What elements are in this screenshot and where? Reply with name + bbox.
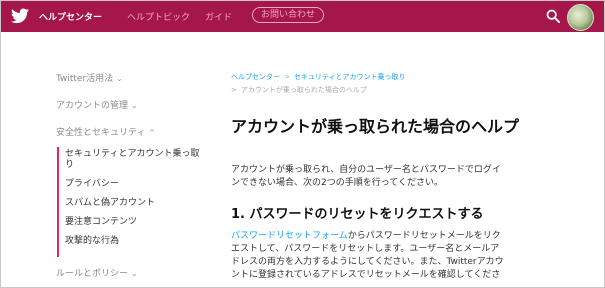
breadcrumb-current: アカウントが乗っ取られた場合のヘルプ bbox=[240, 86, 367, 94]
breadcrumb-current-row: > アカウントが乗っ取られた場合のヘルプ bbox=[231, 85, 367, 95]
nav-help-center[interactable]: ヘルプセンター bbox=[39, 10, 102, 23]
help-page: ヘルプセンター ヘルプトピック ガイド お問い合わせ Twitter活用法 ⌄ ア… bbox=[0, 0, 605, 288]
sidebar-item-sensitive[interactable]: 要注意コンテンツ bbox=[59, 217, 200, 228]
sidebar-category-label: ルールとポリシー bbox=[56, 269, 129, 279]
sidebar-item-security[interactable]: セキュリティとアカウント乗っ取り bbox=[59, 149, 200, 171]
search-icon[interactable] bbox=[546, 9, 560, 23]
chevron-down-icon: ⌄ bbox=[131, 269, 138, 278]
step-1-heading: 1. パスワードのリセットをリクエストする bbox=[231, 207, 484, 222]
twitter-bird-icon[interactable] bbox=[11, 8, 29, 24]
page-title: アカウントが乗っ取られた場合のヘルプ bbox=[231, 117, 520, 136]
sidebar-category-label: 安全性とセキュリティ bbox=[56, 128, 146, 138]
contact-button[interactable]: お問い合わせ bbox=[252, 7, 325, 23]
sidebar-category-safety[interactable]: 安全性とセキュリティ ^ bbox=[56, 125, 155, 138]
chevron-up-icon: ^ bbox=[148, 128, 156, 137]
sidebar-subnav: セキュリティとアカウント乗っ取り プライバシー スパムと偽アカウント 要注意コン… bbox=[57, 147, 200, 257]
top-navigation-bar: ヘルプセンター ヘルプトピック ガイド お問い合わせ bbox=[1, 1, 604, 32]
sidebar-category-label: アカウントの管理 bbox=[56, 101, 129, 111]
sidebar-item-abusive[interactable]: 攻撃的な行為 bbox=[59, 236, 200, 247]
breadcrumb-help-center[interactable]: ヘルプセンター bbox=[231, 73, 280, 81]
sidebar-item-privacy[interactable]: プライバシー bbox=[59, 179, 200, 190]
chevron-down-icon: ⌄ bbox=[116, 74, 123, 83]
breadcrumb: ヘルプセンター > セキュリティとアカウント乗っ取り bbox=[231, 72, 405, 82]
sidebar-category-account[interactable]: アカウントの管理 ⌄ bbox=[56, 98, 138, 111]
nav-help-topics[interactable]: ヘルプトピック bbox=[127, 10, 190, 23]
nav-guide[interactable]: ガイド bbox=[205, 10, 232, 23]
breadcrumb-separator: > bbox=[284, 73, 290, 81]
sidebar-category-how-to-use[interactable]: Twitter活用法 ⌄ bbox=[56, 71, 123, 84]
password-reset-form-link[interactable]: パスワードリセットフォーム bbox=[231, 231, 348, 241]
sidebar-category-label: Twitter活用法 bbox=[56, 74, 114, 84]
chevron-down-icon: ⌄ bbox=[131, 101, 138, 110]
breadcrumb-separator: > bbox=[231, 86, 237, 94]
step-1-paragraph: パスワードリセットフォームからパスワードリセットメールをリクエストして、パスワー… bbox=[231, 230, 506, 282]
sidebar-item-spam[interactable]: スパムと偽アカウント bbox=[59, 198, 200, 209]
sidebar-category-rules[interactable]: ルールとポリシー ⌄ bbox=[56, 266, 138, 279]
user-avatar[interactable] bbox=[567, 4, 594, 31]
intro-paragraph: アカウントが乗っ取られ、自分のユーザー名とパスワードでログインできない場合、次の… bbox=[231, 165, 501, 188]
breadcrumb-security[interactable]: セキュリティとアカウント乗っ取り bbox=[294, 73, 406, 81]
